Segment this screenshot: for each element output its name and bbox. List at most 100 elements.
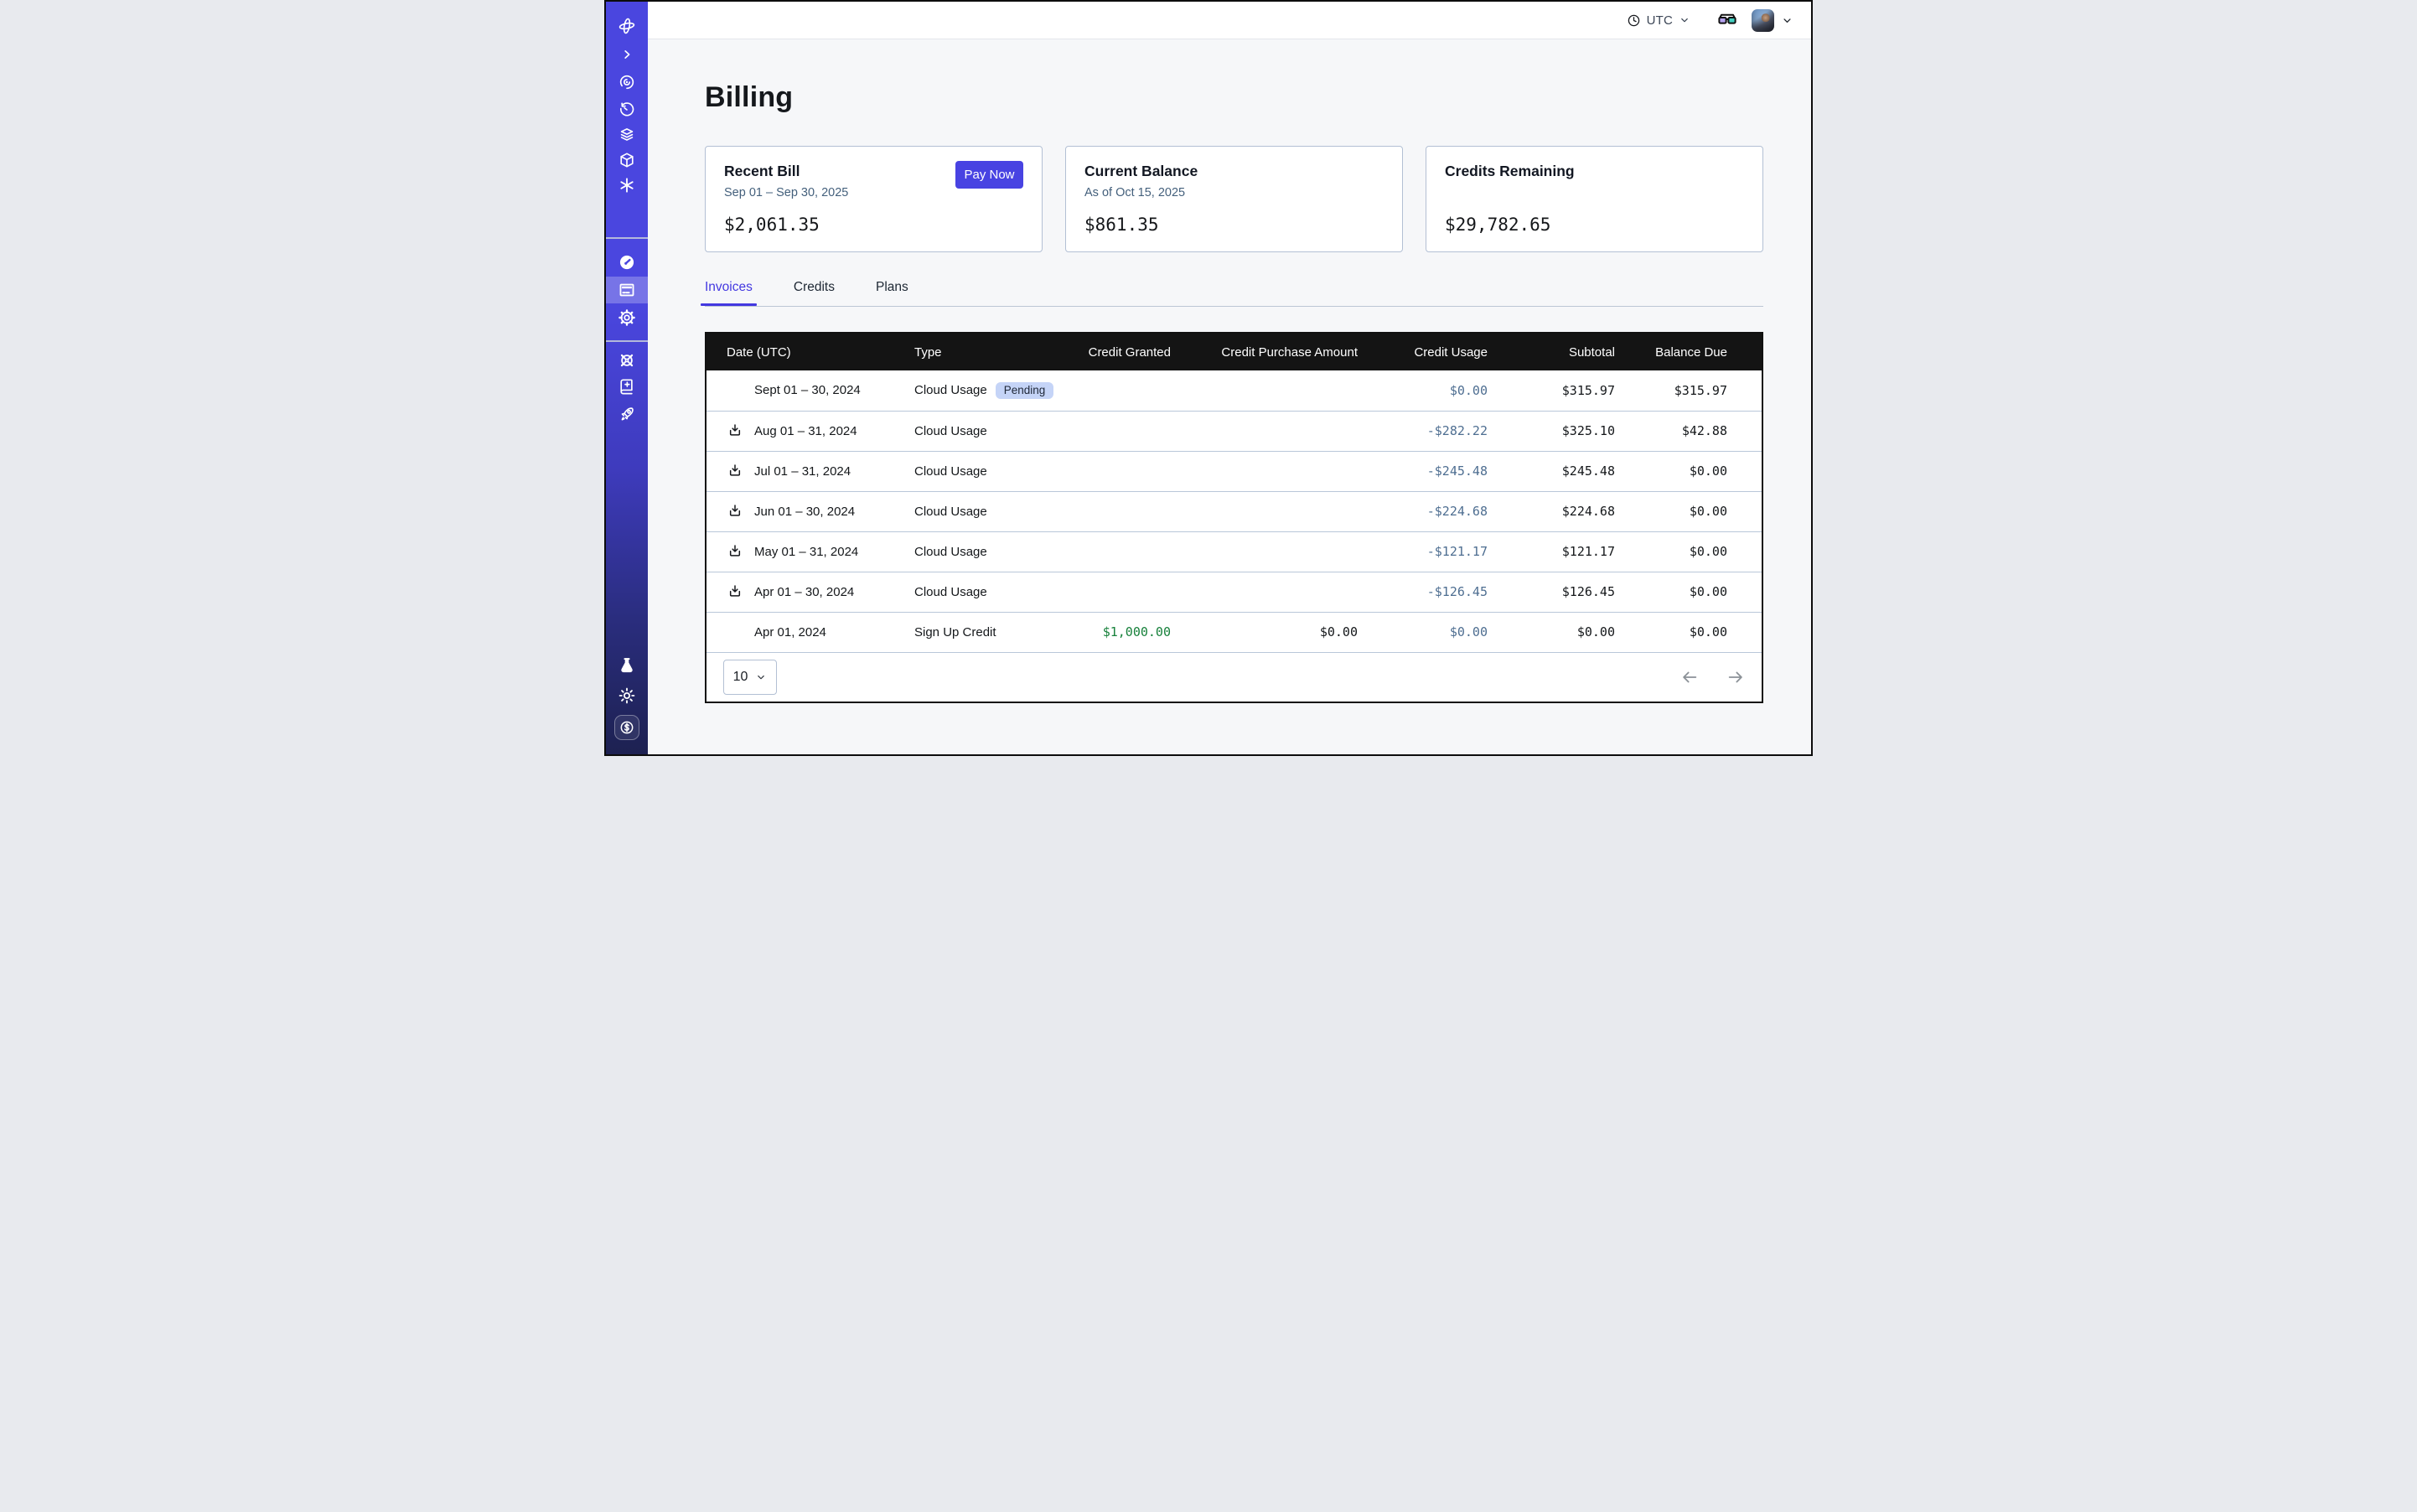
card-amount: $2,061.35: [724, 215, 1023, 235]
cell-subtotal: $245.48: [1488, 451, 1615, 491]
cell-credit-purchase: [1171, 411, 1358, 451]
cell-balance-due: $0.00: [1615, 491, 1762, 531]
card-title: Current Balance: [1084, 163, 1384, 180]
cell-type: Cloud UsagePending: [914, 370, 1057, 411]
sidebar-item-gauge[interactable]: [606, 249, 648, 276]
sidebar-item-helm-wheel[interactable]: [606, 347, 648, 374]
sidebar-item-asterisk[interactable]: [606, 172, 648, 199]
cell-credit-granted: $1,000.00: [1057, 612, 1171, 652]
dollar-seal-icon: [618, 719, 635, 736]
download-invoice-icon[interactable]: [727, 463, 743, 479]
sidebar-item-sun[interactable]: [606, 682, 648, 709]
cell-credit-granted: [1057, 370, 1171, 411]
invoice-type: Cloud Usage: [914, 464, 987, 479]
sidebar-item-cube[interactable]: [606, 147, 648, 173]
cube-icon: [618, 151, 636, 169]
cell-balance-due: $0.00: [1615, 531, 1762, 572]
cell-credit-usage: -$245.48: [1358, 451, 1488, 491]
topbar: UTC: [648, 2, 1811, 39]
cell-credit-usage: $0.00: [1358, 370, 1488, 411]
table-row: Apr 01, 2024Sign Up Credit$1,000.00$0.00…: [706, 612, 1762, 652]
cell-credit-purchase: $0.00: [1171, 612, 1358, 652]
tab-invoices[interactable]: Invoices: [701, 280, 757, 306]
pagination-bar: 10: [706, 652, 1762, 702]
tab-plans[interactable]: Plans: [872, 280, 913, 306]
chevron-down-icon: [1679, 14, 1690, 26]
settings-gear-icon: [618, 308, 636, 327]
cell-subtotal: $325.10: [1488, 411, 1615, 451]
col-type: Type: [914, 334, 1057, 370]
cell-credit-granted: [1057, 491, 1171, 531]
sidebar-item-book-sparkle[interactable]: [606, 373, 648, 400]
cell-credit-usage: -$282.22: [1358, 411, 1488, 451]
clock-icon: [1627, 13, 1641, 28]
previous-page-button[interactable]: [1680, 668, 1699, 686]
page-size-select[interactable]: 10: [723, 660, 777, 695]
sidebar-item-settings-gear[interactable]: [606, 304, 648, 331]
col-credit-usage: Credit Usage: [1358, 334, 1488, 370]
glasses-icon[interactable]: [1717, 10, 1737, 30]
sidebar-item-history-timer[interactable]: [606, 96, 648, 123]
invoices-table-container: Date (UTC) Type Credit Granted Credit Pu…: [705, 332, 1763, 703]
sidebar-divider: [606, 237, 648, 239]
cell-date: Jun 01 – 30, 2024: [706, 491, 914, 531]
download-invoice-icon[interactable]: [727, 422, 743, 439]
gauge-icon: [618, 253, 636, 272]
sidebar-item-layers[interactable]: [606, 122, 648, 148]
timezone-dropdown[interactable]: UTC: [1627, 13, 1690, 28]
invoice-type: Sign Up Credit: [914, 625, 996, 639]
table-row: Apr 01 – 30, 2024Cloud Usage-$126.45$126…: [706, 572, 1762, 612]
cell-credit-purchase: [1171, 451, 1358, 491]
cell-credit-granted: [1057, 531, 1171, 572]
sidebar-item-flask[interactable]: [606, 652, 648, 679]
cell-subtotal: $126.45: [1488, 572, 1615, 612]
invoice-date: May 01 – 31, 2024: [754, 545, 858, 559]
invoice-date: Jun 01 – 30, 2024: [754, 505, 855, 519]
cell-subtotal: $224.68: [1488, 491, 1615, 531]
cell-credit-granted: [1057, 572, 1171, 612]
asterisk-icon: [618, 176, 636, 194]
cell-subtotal: $315.97: [1488, 370, 1615, 411]
col-credit-purchase: Credit Purchase Amount: [1171, 334, 1358, 370]
download-invoice-icon[interactable]: [727, 583, 743, 600]
cell-type: Cloud Usage: [914, 411, 1057, 451]
invoices-table: Date (UTC) Type Credit Granted Credit Pu…: [706, 334, 1762, 652]
sidebar-item-rocket[interactable]: [606, 401, 648, 427]
timezone-label: UTC: [1647, 13, 1673, 28]
invoice-type: Cloud Usage: [914, 545, 987, 559]
card-subtitle: [1445, 186, 1744, 201]
history-timer-icon: [618, 101, 636, 119]
col-subtotal: Subtotal: [1488, 334, 1615, 370]
tab-track: [705, 306, 1763, 307]
sidebar-item-logo-orbit[interactable]: [606, 13, 648, 39]
card-amount: $861.35: [1084, 215, 1384, 235]
cell-credit-granted: [1057, 411, 1171, 451]
avatar[interactable]: [1752, 9, 1774, 32]
cell-date: Aug 01 – 31, 2024: [706, 411, 914, 451]
eye-swirl-icon: [618, 73, 636, 91]
pay-now-button[interactable]: Pay Now: [955, 161, 1023, 189]
account-menu-chevron-icon[interactable]: [1781, 14, 1793, 27]
status-badge: Pending: [996, 382, 1054, 400]
cell-date: Apr 01 – 30, 2024: [706, 572, 914, 612]
sidebar-item-eye-swirl[interactable]: [606, 69, 648, 96]
sidebar-item-billing-card[interactable]: [606, 277, 648, 303]
table-row: Jul 01 – 31, 2024Cloud Usage-$245.48$245…: [706, 451, 1762, 491]
card-amount: $29,782.65: [1445, 215, 1744, 235]
sidebar-item-dollar-seal[interactable]: [614, 715, 639, 740]
next-page-button[interactable]: [1726, 668, 1745, 686]
col-balance-due: Balance Due: [1615, 334, 1762, 370]
cell-date: Apr 01, 2024: [706, 612, 914, 652]
table-row: Sept 01 – 30, 2024Cloud UsagePending$0.0…: [706, 370, 1762, 411]
billing-card-icon: [618, 281, 636, 299]
sidebar-item-chevron-right[interactable]: [606, 41, 648, 68]
card-subtitle: As of Oct 15, 2025: [1084, 186, 1384, 201]
cell-balance-due: $0.00: [1615, 451, 1762, 491]
main-area: UTC Billing Recent Bill Sep 01 – Sep 30,…: [648, 2, 1811, 754]
summary-cards: Recent Bill Sep 01 – Sep 30, 2025 $2,061…: [705, 146, 1763, 252]
tab-credits[interactable]: Credits: [789, 280, 839, 306]
cell-type: Cloud Usage: [914, 491, 1057, 531]
download-invoice-icon[interactable]: [727, 503, 743, 520]
cell-credit-usage: $0.00: [1358, 612, 1488, 652]
download-invoice-icon[interactable]: [727, 543, 743, 560]
